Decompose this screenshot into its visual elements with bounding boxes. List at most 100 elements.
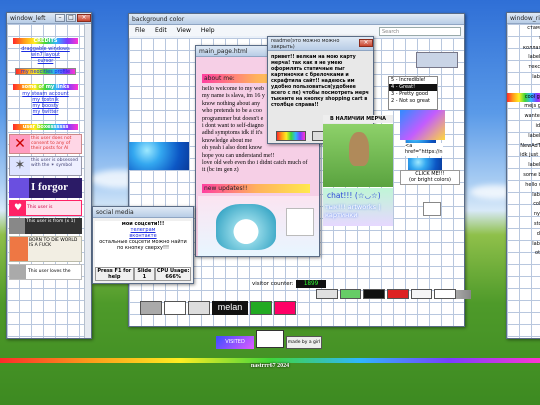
artworks-link[interactable]: тык!!! artworks | картинки	[325, 203, 391, 219]
menu-edit[interactable]: Edit	[155, 25, 167, 36]
visitor-label: visitor counter:	[252, 281, 294, 287]
left-window-titlebar[interactable]: window_left – □ ×	[7, 13, 91, 24]
right-label[interactable]: labels	[507, 53, 540, 63]
right-label[interactable]: some bl	[507, 171, 540, 181]
cpu-value: 666%	[165, 274, 181, 280]
right-label[interactable]: stol	[507, 220, 540, 230]
avatar-icon	[9, 218, 25, 234]
code-snippet: <a href="https://n	[405, 143, 443, 156]
right-label[interactable]: mejs gr	[507, 102, 540, 112]
right-label[interactable]: labels	[507, 161, 540, 171]
social-content: мои соцсети!!! телеграм вконтакте осталь…	[95, 221, 191, 269]
rating-2[interactable]: 2 - Not so great	[389, 98, 437, 105]
water-gif	[129, 142, 189, 170]
stamp	[188, 301, 210, 315]
no-ai-icon: ✕	[10, 135, 30, 153]
right-label[interactable]: labe	[507, 240, 540, 250]
about-line: oh yeah i also dont know	[202, 145, 263, 152]
right-label[interactable]: otv	[507, 249, 540, 259]
right-window-titlebar[interactable]: window_right	[507, 13, 540, 24]
right-label[interactable]: idk just n	[507, 151, 540, 161]
right-label[interactable]: м	[507, 34, 540, 44]
right-label[interactable]: da	[507, 230, 540, 240]
chat-widget[interactable]: chat!!! (☆◡☆) тык!!! artworks | картинки	[323, 188, 393, 226]
stamp	[434, 289, 457, 299]
userbox-text: this user does not consent to any of the…	[31, 136, 72, 151]
stamp	[250, 301, 272, 315]
left-window-title: window_left	[10, 14, 46, 22]
links-header: some of my links	[13, 84, 78, 90]
right-label[interactable]: NewAdTe	[507, 142, 540, 152]
right-label[interactable]: nyo	[507, 210, 540, 220]
chat-link[interactable]: chat!!! (☆◡☆)	[327, 191, 389, 200]
maximize-icon[interactable]: □	[66, 13, 76, 22]
character-sticker	[286, 208, 314, 236]
right-label[interactable]: текст	[507, 63, 540, 73]
menu-view[interactable]: View	[177, 25, 191, 36]
credit-link-cursor[interactable]: cursor	[7, 58, 84, 64]
melan-stamp: melan	[212, 301, 248, 315]
stamp	[140, 301, 162, 315]
userbox-from: This user is from (x 1)	[9, 218, 82, 234]
userbox-text: This user is from (x 1)	[26, 219, 76, 224]
search-input[interactable]: Search	[379, 27, 461, 36]
right-window[interactable]: window_right стамп м коллаж labels текст…	[506, 12, 540, 339]
stamp	[316, 289, 338, 299]
right-window-content: стамп м коллаж labels текст labe о cool …	[507, 24, 540, 338]
right-label[interactable]: wanted	[507, 112, 540, 122]
stamp-row: melan	[140, 301, 460, 315]
status-bar: Press F1 for help Slide 1 CPU Usage: 666%	[95, 267, 191, 281]
rating-4[interactable]: 4 - Great!	[389, 84, 437, 91]
stamp-image	[416, 52, 458, 68]
right-label[interactable]: cool gif	[507, 92, 540, 103]
stamp	[387, 289, 409, 299]
readme-titlebar[interactable]: readme(это можно можно закрыть) ×	[268, 37, 373, 51]
userboxes-header: user boxessssss	[13, 124, 78, 130]
stamp-image	[423, 202, 441, 216]
status-cpu: CPU Usage: 666%	[155, 267, 191, 281]
explorer-titlebar[interactable]: background color	[129, 14, 464, 25]
character-hair	[216, 204, 276, 250]
rating-3[interactable]: 3 - Pretty good	[389, 91, 437, 98]
stamp	[339, 289, 362, 299]
close-icon[interactable]: ×	[359, 39, 373, 47]
gameboy-icon	[10, 265, 26, 279]
right-label[interactable]: labe	[507, 191, 540, 201]
neocities-link[interactable]: my neocities profile	[15, 68, 76, 75]
userbox-text: This user is AAAAAAAAAAAA	[27, 205, 53, 210]
new-updates-header: new updates!!	[202, 184, 310, 193]
right-label[interactable]: стамп	[507, 24, 540, 34]
stamp	[363, 289, 386, 299]
left-window-scrollbar[interactable]	[84, 24, 91, 338]
about-line: it (bc im gen z)	[202, 167, 239, 174]
userbox-text: BORN TO DIE WORLD IS A FUCK	[29, 238, 78, 248]
skull-icon	[10, 237, 28, 261]
right-label[interactable]: labe	[507, 73, 540, 83]
userbox-forgor: I forgor	[9, 178, 82, 198]
right-window-title: window_right	[510, 14, 540, 22]
minimize-icon[interactable]: –	[55, 13, 65, 22]
social-titlebar[interactable]: social media	[93, 207, 193, 218]
right-label[interactable]: idk	[507, 122, 540, 132]
right-label[interactable]: коллаж	[507, 44, 540, 54]
right-label[interactable]: labels	[507, 132, 540, 142]
visitor-counter: 1899	[296, 280, 326, 288]
menu-file[interactable]: File	[135, 25, 145, 36]
stamp	[274, 301, 296, 315]
rating-5[interactable]: 5 - Incredible!	[389, 77, 437, 84]
menu-help[interactable]: Help	[201, 25, 215, 36]
social-window[interactable]: social media мои соцсети!!! телеграм вко…	[92, 206, 194, 284]
status-slide: Slide 1	[133, 267, 156, 281]
skull-icon	[9, 178, 29, 198]
userbox-aaaa: ♥ This user is AAAAAAAAAAAA	[9, 200, 82, 216]
click-me-button[interactable]: CLICK ME!!! (or bright colors)	[400, 170, 460, 185]
close-icon[interactable]: ×	[77, 13, 91, 22]
right-label[interactable]: о	[507, 83, 540, 93]
userbox-text: I forgor	[31, 181, 68, 193]
right-label[interactable]: hello w	[507, 181, 540, 191]
left-window-content: CREDITS draggable windows win7 layout cu…	[7, 24, 84, 338]
right-label[interactable]: cols	[507, 200, 540, 210]
twitter-link[interactable]: my twitter	[7, 109, 84, 115]
stamp-row-upper	[316, 289, 457, 299]
left-window[interactable]: window_left – □ × CREDITS draggable window…	[6, 12, 92, 339]
